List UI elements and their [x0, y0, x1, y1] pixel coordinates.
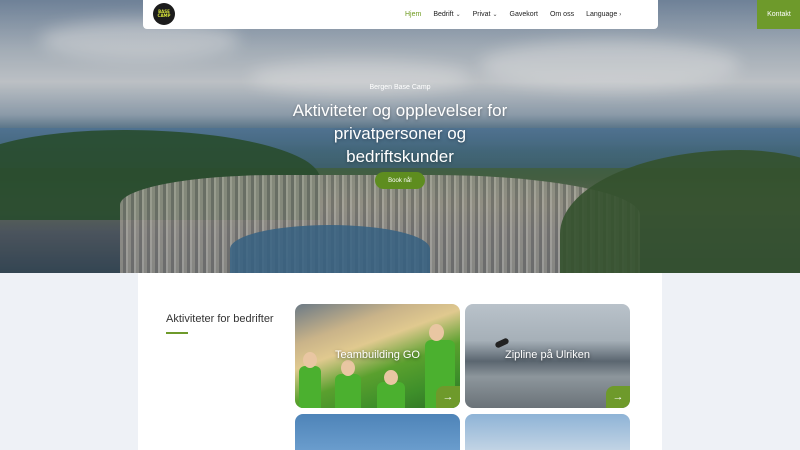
book-now-button[interactable]: Book nå!: [375, 172, 425, 189]
chevron-right-icon: ›: [619, 11, 622, 18]
card-activity-4[interactable]: [465, 414, 630, 450]
chevron-down-icon: ⌄: [492, 12, 498, 18]
person-figure: [299, 366, 321, 408]
card-zipline-ulriken[interactable]: Zipline på Ulriken →: [465, 304, 630, 408]
card-teambuilding-go[interactable]: Teambuilding GO →: [295, 304, 460, 408]
hero-eyebrow: Bergen Base Camp: [369, 84, 431, 91]
card-title: Teambuilding GO: [335, 349, 420, 361]
nav-item-bedrift[interactable]: Bedrift ⌄: [433, 11, 460, 18]
nav-item-gavekort[interactable]: Gavekort: [510, 11, 538, 18]
person-figure: [335, 374, 361, 408]
nav-links: Hjem Bedrift ⌄ Privat ⌄ Gavekort Om oss …: [405, 0, 621, 29]
hero-banner: Bergen Base Camp Aktiviteter og opplevel…: [0, 0, 800, 273]
chevron-down-icon: ⌄: [455, 12, 461, 18]
arrow-right-icon[interactable]: →: [606, 386, 630, 408]
nav-item-language[interactable]: Language ›: [586, 11, 621, 18]
nav-item-hjem[interactable]: Hjem: [405, 11, 421, 18]
top-navbar: BASE CAMP Hjem Bedrift ⌄ Privat ⌄ Gaveko…: [143, 0, 800, 29]
person-figure: [341, 360, 355, 376]
zipliner-figure: [494, 337, 510, 349]
section-title: Aktiviteter for bedrifter: [166, 313, 274, 325]
person-figure: [377, 382, 405, 408]
person-figure: [384, 370, 398, 385]
nav-item-label: Gavekort: [509, 11, 538, 18]
nav-item-label: Privat: [472, 11, 491, 18]
hero-title: Aktiviteter og opplevelser for privatper…: [292, 101, 508, 166]
nav-item-label: Om oss: [549, 11, 575, 18]
contact-button[interactable]: Kontakt: [757, 0, 800, 29]
person-figure: [429, 324, 444, 341]
nav-item-label: Language: [586, 11, 618, 18]
nav-item-label: Hjem: [405, 11, 422, 18]
nav-item-om-oss[interactable]: Om oss: [550, 11, 574, 18]
card-title: Zipline på Ulriken: [505, 349, 590, 361]
nav-item-label: Bedrift: [433, 11, 454, 18]
activities-section: Aktiviteter for bedrifter Teambuilding G…: [138, 273, 662, 450]
nav-item-privat[interactable]: Privat ⌄: [473, 11, 498, 18]
section-underline: [166, 332, 188, 334]
arrow-right-icon[interactable]: →: [436, 386, 460, 408]
card-activity-3[interactable]: [295, 414, 460, 450]
logo[interactable]: BASE CAMP: [153, 3, 175, 25]
logo-text: BASE CAMP: [157, 9, 171, 18]
